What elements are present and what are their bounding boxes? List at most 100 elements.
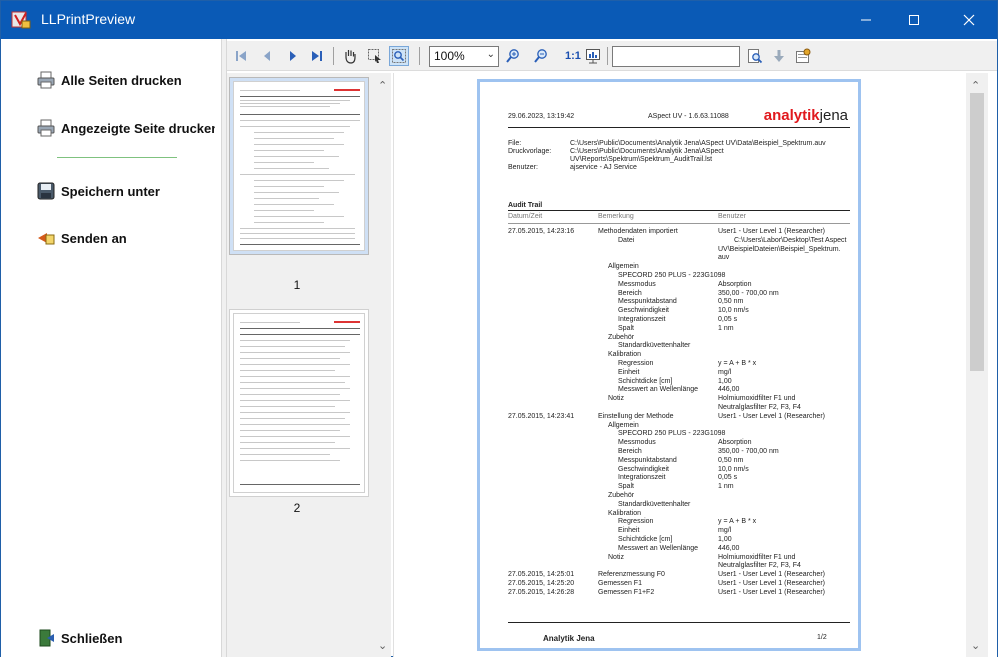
maximize-button[interactable] — [891, 1, 937, 39]
row-remark: Gemessen F1+F2 — [598, 588, 655, 596]
arrow-down-icon — [774, 50, 784, 62]
row-date: 27.05.2015, 14:25:01 — [508, 571, 575, 579]
row-remark: Bereich — [618, 448, 642, 455]
first-page-icon — [236, 51, 246, 61]
close-icon — [963, 14, 975, 26]
row-user: 0,05 s — [718, 474, 738, 482]
column-header-user: Benutzer — [718, 213, 747, 220]
previous-page-button[interactable] — [257, 46, 277, 66]
column-header-date: Datum/Zeit — [508, 213, 543, 220]
row-remark: Referenzmessung F0 — [598, 571, 665, 579]
row-user: 446,00 — [718, 386, 740, 394]
find-icon — [748, 49, 763, 64]
last-page-icon — [312, 51, 322, 61]
thumbnail-scrollbar[interactable]: ⌃ ⌄ — [373, 73, 390, 657]
row-user: User1 - User Level 1 (Researcher) — [718, 588, 825, 596]
row-user: Absorption — [718, 280, 752, 288]
minimize-button[interactable] — [843, 1, 889, 39]
meta-label: Benutzer: — [508, 164, 538, 171]
chevron-down-icon: ⌄ — [486, 49, 495, 60]
save-icon — [37, 182, 55, 200]
row-remark: Allgemein — [608, 421, 639, 429]
row-remark: Messmodus — [618, 439, 656, 447]
options-button[interactable] — [793, 46, 813, 66]
row-user: 10,0 nm/s — [718, 465, 749, 473]
zoom-out-button[interactable] — [531, 46, 551, 66]
thumbnail-page-image — [233, 81, 365, 251]
zoom-in-button[interactable] — [503, 46, 523, 66]
select-tool-button[interactable] — [365, 46, 385, 66]
zoom-level-select[interactable]: 100% ⌄ — [429, 46, 499, 67]
report-app-version: ASpect UV - 1.6.63.11088 — [648, 113, 729, 120]
row-user: User1 - User Level 1 (Researcher) — [718, 228, 825, 235]
column-header-rule — [508, 223, 850, 224]
scroll-up-icon[interactable]: ⌃ — [971, 79, 980, 92]
scroll-up-icon[interactable]: ⌃ — [378, 79, 387, 92]
row-remark: Zubehör — [608, 492, 635, 499]
toolbar-separator — [607, 47, 608, 65]
logo-bold-text: analytik — [763, 107, 820, 124]
row-user: y = A + B * x — [718, 360, 757, 367]
row-remark: Bereich — [618, 289, 642, 297]
row-user: Neutralglasfilter F2, F3, F4 — [718, 404, 801, 411]
find-button[interactable] — [745, 46, 765, 66]
row-remark: Schichtdicke [cm] — [618, 377, 673, 385]
row-user: User1 - User Level 1 (Researcher) — [718, 412, 825, 420]
row-remark: Datei — [618, 236, 635, 244]
last-page-button[interactable] — [307, 46, 327, 66]
next-page-button[interactable] — [283, 46, 303, 66]
logo-rest-text: jena — [819, 107, 848, 124]
thumbnail-page-2[interactable] — [229, 309, 369, 497]
row-date: 27.05.2015, 14:25:20 — [508, 580, 575, 587]
row-user: 10,0 nm/s — [718, 307, 749, 315]
meta-value: ajservice - AJ Service — [570, 164, 637, 171]
send-icon — [38, 233, 55, 245]
close-window-button[interactable] — [946, 1, 992, 39]
scrollbar-thumb[interactable] — [970, 93, 984, 371]
row-remark: Kalibration — [608, 509, 642, 517]
send-to-button[interactable]: Senden an — [37, 229, 215, 247]
column-header-remark: Bemerkung — [598, 213, 634, 220]
row-user: User1 - User Level 1 (Researcher) — [718, 580, 825, 587]
actual-size-button[interactable]: 1:1 — [565, 50, 581, 62]
row-remark: Spalt — [618, 324, 634, 332]
row-remark: Geschwindigkeit — [618, 465, 669, 473]
scroll-down-icon[interactable]: ⌄ — [971, 639, 980, 652]
row-remark: Regression — [618, 360, 654, 367]
preview-scrollbar[interactable]: ⌃ ⌄ — [966, 73, 988, 657]
window-title: LLPrintPreview — [41, 11, 136, 27]
print-shown-page-button[interactable]: Angezeigte Seite drucken — [37, 119, 215, 137]
zoom-tool-button[interactable] — [389, 46, 409, 66]
meta-value: C:\Users\Public\Documents\Analytik Jena\… — [570, 140, 826, 147]
row-user: User1 - User Level 1 (Researcher) — [718, 571, 825, 579]
audit-trail-title: Audit Trail — [508, 202, 543, 209]
row-user: y = A + B * x — [718, 518, 757, 526]
thumbnail-page-1[interactable] — [229, 77, 369, 255]
scroll-down-icon[interactable]: ⌄ — [378, 639, 387, 652]
fit-page-button[interactable] — [583, 46, 603, 66]
row-remark: Messpunktabstand — [618, 456, 677, 464]
row-remark: Notiz — [608, 395, 624, 403]
row-remark: Gemessen F1 — [598, 580, 642, 587]
row-user: 1 nm — [718, 324, 734, 332]
row-user: 1,00 — [718, 536, 732, 543]
row-user: mg/l — [718, 527, 732, 535]
meta-label: Druckvorlage: — [508, 148, 552, 155]
zoom-region-icon — [392, 49, 406, 63]
close-preview-button[interactable]: Schließen — [37, 629, 215, 647]
row-remark: Geschwindigkeit — [618, 307, 669, 315]
footer-page-number: 1/2 — [817, 634, 827, 641]
row-remark: Standardküvettenhalter — [618, 500, 691, 508]
audit-rule — [508, 210, 850, 211]
save-as-button[interactable]: Speichern unter — [37, 182, 215, 200]
first-page-button[interactable] — [231, 46, 251, 66]
row-user: Holmiumoxidfilter F1 und — [718, 395, 796, 403]
row-remark: Einheit — [618, 527, 640, 535]
print-all-button[interactable]: Alle Seiten drucken — [37, 71, 215, 89]
footer-company: Analytik Jena — [543, 634, 595, 643]
row-user: 0,50 nm — [718, 456, 744, 464]
row-remark: Einstellung der Methode — [598, 412, 674, 420]
hand-tool-button[interactable] — [340, 46, 360, 66]
search-input[interactable] — [612, 46, 740, 67]
find-next-button[interactable] — [769, 46, 789, 66]
